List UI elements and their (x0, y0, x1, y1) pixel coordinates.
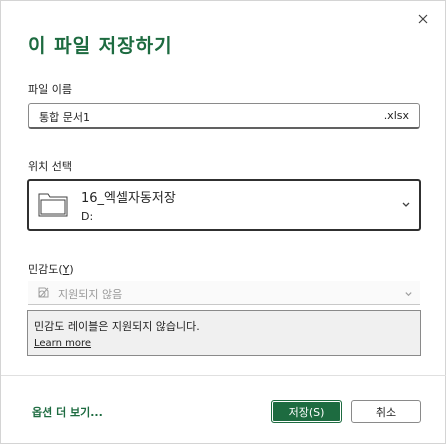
chevron-down-icon (405, 292, 412, 297)
chevron-down-icon (402, 202, 410, 207)
dialog-title: 이 파일 저장하기 (28, 35, 173, 57)
footer-divider (1, 375, 446, 376)
save-dialog: 이 파일 저장하기 파일 이름 통합 문서1 .xlsx 위치 선택 16_엑셀… (0, 0, 446, 444)
filename-label: 파일 이름 (28, 83, 72, 96)
sensitivity-info-text: 민감도 레이블은 지원되지 않습니다. (34, 320, 200, 333)
location-label: 위치 선택 (28, 160, 72, 173)
location-picker[interactable]: 16_엑셀자동저장 D: (27, 179, 421, 231)
cancel-button[interactable]: 취소 (351, 400, 421, 423)
location-path: D: (81, 210, 94, 223)
close-icon (418, 14, 428, 24)
folder-icon (38, 193, 68, 217)
sensitivity-info-box: 민감도 레이블은 지원되지 않습니다. Learn more (27, 310, 421, 356)
close-button[interactable] (413, 9, 433, 29)
filename-input[interactable]: 통합 문서1 .xlsx (28, 103, 420, 129)
sensitivity-label: 민감도(Y) (28, 263, 74, 276)
sensitivity-label-icon (38, 287, 49, 298)
location-folder-name: 16_엑셀자동저장 (81, 191, 176, 206)
learn-more-link[interactable]: Learn more (34, 338, 91, 349)
sensitivity-label-text: 민감도 (28, 263, 59, 276)
filename-value[interactable]: 통합 문서1 (39, 109, 90, 125)
more-options-link[interactable]: 옵션 더 보기... (32, 404, 103, 420)
sensitivity-selected: 지원되지 않음 (58, 288, 123, 301)
save-button[interactable]: 저장(S) (271, 400, 342, 423)
filename-extension: .xlsx (383, 109, 409, 122)
sensitivity-select: 지원되지 않음 (28, 281, 420, 305)
sensitivity-accelerator: Y (62, 263, 70, 276)
